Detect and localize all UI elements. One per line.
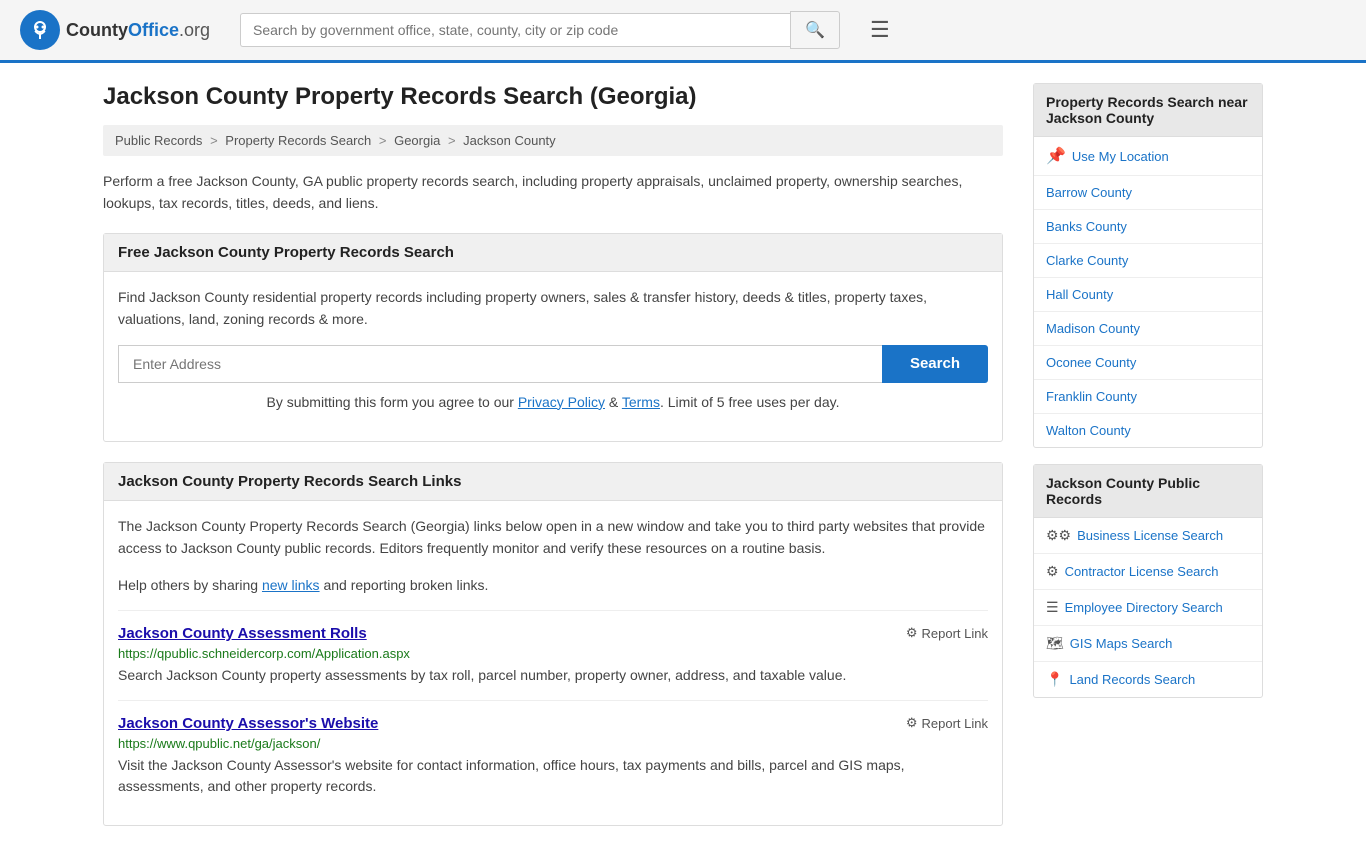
use-location-link[interactable]: Use My Location	[1072, 149, 1169, 164]
sidebar-item-gis-maps[interactable]: 🗺 GIS Maps Search	[1034, 626, 1262, 662]
gis-maps-link[interactable]: GIS Maps Search	[1070, 636, 1173, 651]
nearby-counties-header: Property Records Search near Jackson Cou…	[1034, 84, 1262, 137]
breadcrumb-property-search[interactable]: Property Records Search	[225, 133, 371, 148]
report-icon-2: ⚙	[906, 715, 918, 731]
employee-directory-icon: ☰	[1046, 599, 1059, 616]
walton-county-link[interactable]: Walton County	[1046, 423, 1131, 438]
global-search-button[interactable]: 🔍	[790, 11, 840, 49]
sidebar-item-hall[interactable]: Hall County	[1034, 278, 1262, 312]
sidebar-item-contractor-license[interactable]: ⚙ Contractor License Search	[1034, 554, 1262, 590]
link-title-2[interactable]: Jackson County Assessor's Website	[118, 715, 378, 732]
sidebar-item-barrow[interactable]: Barrow County	[1034, 176, 1262, 210]
links-section: Jackson County Property Records Search L…	[103, 462, 1003, 826]
sidebar-item-banks[interactable]: Banks County	[1034, 210, 1262, 244]
hall-county-link[interactable]: Hall County	[1046, 287, 1113, 302]
oconee-county-link[interactable]: Oconee County	[1046, 355, 1136, 370]
form-disclaimer: By submitting this form you agree to our…	[118, 391, 988, 413]
address-input[interactable]	[118, 345, 882, 383]
logo-icon	[20, 10, 60, 50]
global-search-bar: 🔍	[240, 11, 840, 49]
logo-text: CountyOffice.org	[66, 20, 210, 41]
page-title: Jackson County Property Records Search (…	[103, 83, 1003, 111]
hamburger-menu-icon[interactable]: ☰	[870, 17, 890, 43]
link-item-assessors-website: Jackson County Assessor's Website ⚙ Repo…	[118, 700, 988, 811]
breadcrumb-sep-3: >	[448, 133, 459, 148]
gis-maps-icon: 🗺	[1046, 635, 1064, 652]
sidebar-item-walton[interactable]: Walton County	[1034, 414, 1262, 447]
main-content: Jackson County Property Records Search (…	[103, 83, 1003, 846]
links-section-heading: Jackson County Property Records Search L…	[104, 463, 1002, 501]
franklin-county-link[interactable]: Franklin County	[1046, 389, 1137, 404]
link-desc-2: Visit the Jackson County Assessor's webs…	[118, 755, 988, 797]
free-search-body: Find Jackson County residential property…	[104, 272, 1002, 441]
global-search-input[interactable]	[240, 13, 790, 47]
link-url-1: https://qpublic.schneidercorp.com/Applic…	[118, 646, 988, 661]
land-records-link[interactable]: Land Records Search	[1069, 672, 1195, 687]
privacy-policy-link[interactable]: Privacy Policy	[518, 394, 605, 410]
sidebar-item-employee-directory[interactable]: ☰ Employee Directory Search	[1034, 590, 1262, 626]
logo-area: CountyOffice.org	[20, 10, 220, 50]
link-desc-1: Search Jackson County property assessmen…	[118, 665, 988, 686]
contractor-license-link[interactable]: Contractor License Search	[1065, 564, 1219, 579]
land-records-icon: 📍	[1046, 671, 1063, 688]
sidebar-use-location[interactable]: 📌 Use My Location	[1034, 137, 1262, 176]
links-section-body: The Jackson County Property Records Sear…	[104, 501, 1002, 825]
link-item-1-header: Jackson County Assessment Rolls ⚙ Report…	[118, 625, 988, 642]
link-item-assessment-rolls: Jackson County Assessment Rolls ⚙ Report…	[118, 610, 988, 700]
location-pin-icon: 📌	[1046, 146, 1066, 166]
sidebar-item-oconee[interactable]: Oconee County	[1034, 346, 1262, 380]
breadcrumb-georgia[interactable]: Georgia	[394, 133, 440, 148]
share-line: Help others by sharing new links and rep…	[118, 574, 988, 596]
business-license-icon: ⚙⚙	[1046, 527, 1071, 544]
sidebar-item-madison[interactable]: Madison County	[1034, 312, 1262, 346]
link-item-2-header: Jackson County Assessor's Website ⚙ Repo…	[118, 715, 988, 732]
madison-county-link[interactable]: Madison County	[1046, 321, 1140, 336]
logo-office: Office	[128, 20, 179, 40]
links-description: The Jackson County Property Records Sear…	[118, 515, 988, 560]
address-search-form: Search	[118, 345, 988, 383]
sidebar-item-business-license[interactable]: ⚙⚙ Business License Search	[1034, 518, 1262, 554]
sidebar-item-clarke[interactable]: Clarke County	[1034, 244, 1262, 278]
link-url-2: https://www.qpublic.net/ga/jackson/	[118, 736, 988, 751]
sidebar: Property Records Search near Jackson Cou…	[1033, 83, 1263, 846]
clarke-county-link[interactable]: Clarke County	[1046, 253, 1128, 268]
breadcrumb: Public Records > Property Records Search…	[103, 125, 1003, 156]
public-records-section: Jackson County Public Records ⚙⚙ Busines…	[1033, 464, 1263, 698]
breadcrumb-sep-2: >	[379, 133, 390, 148]
search-icon: 🔍	[805, 22, 825, 39]
banks-county-link[interactable]: Banks County	[1046, 219, 1127, 234]
public-records-header: Jackson County Public Records	[1034, 465, 1262, 518]
nearby-counties-section: Property Records Search near Jackson Cou…	[1033, 83, 1263, 448]
free-search-description: Find Jackson County residential property…	[118, 286, 988, 331]
sidebar-item-franklin[interactable]: Franklin County	[1034, 380, 1262, 414]
breadcrumb-public-records[interactable]: Public Records	[115, 133, 202, 148]
report-link-2[interactable]: ⚙ Report Link	[906, 715, 988, 731]
terms-link[interactable]: Terms	[622, 394, 660, 410]
site-header: CountyOffice.org 🔍 ☰	[0, 0, 1366, 63]
sidebar-item-land-records[interactable]: 📍 Land Records Search	[1034, 662, 1262, 697]
free-search-section: Free Jackson County Property Records Sea…	[103, 233, 1003, 442]
page-description: Perform a free Jackson County, GA public…	[103, 170, 1003, 215]
new-links-link[interactable]: new links	[262, 577, 320, 593]
free-search-heading: Free Jackson County Property Records Sea…	[104, 234, 1002, 272]
breadcrumb-sep-1: >	[210, 133, 221, 148]
report-link-1[interactable]: ⚙ Report Link	[906, 625, 988, 641]
barrow-county-link[interactable]: Barrow County	[1046, 185, 1132, 200]
report-icon-1: ⚙	[906, 625, 918, 641]
main-container: Jackson County Property Records Search (…	[83, 63, 1283, 866]
breadcrumb-jackson-county[interactable]: Jackson County	[463, 133, 556, 148]
link-title-1[interactable]: Jackson County Assessment Rolls	[118, 625, 367, 642]
business-license-link[interactable]: Business License Search	[1077, 528, 1223, 543]
employee-directory-link[interactable]: Employee Directory Search	[1065, 600, 1223, 615]
address-search-button[interactable]: Search	[882, 345, 988, 383]
contractor-license-icon: ⚙	[1046, 563, 1059, 580]
